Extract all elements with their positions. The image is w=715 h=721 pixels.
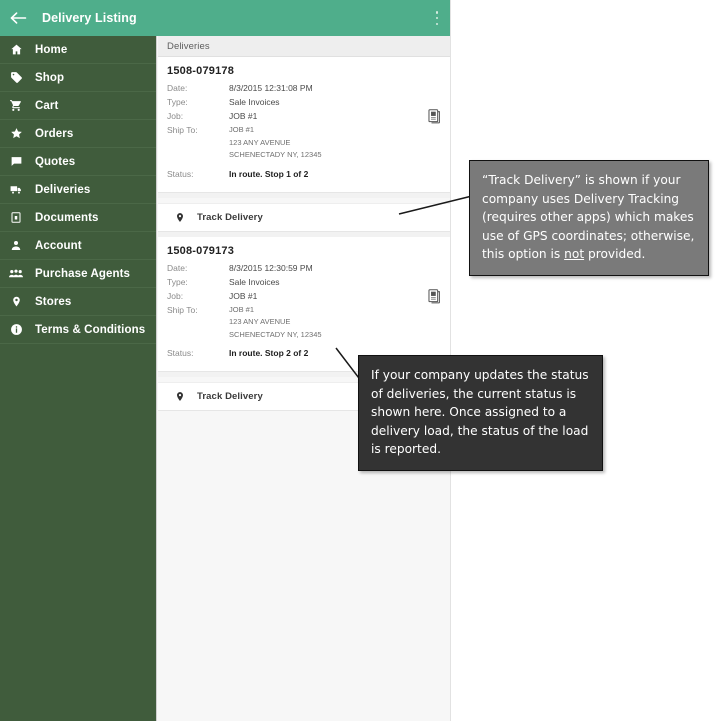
delivery-status-value: In route. Stop 2 of 2 (229, 348, 309, 358)
delivery-id: 1508-079178 (167, 65, 235, 77)
section-header-label: Deliveries (167, 40, 210, 52)
delivery-date-row: Date: 8/3/2015 12:30:59 PM (167, 262, 442, 275)
arrow-left-icon[interactable] (9, 9, 27, 27)
sidebar-item-label: Purchase Agents (35, 267, 131, 280)
delivery-job-value: JOB #1 (229, 290, 258, 301)
delivery-date-row: Date: 8/3/2015 12:31:08 PM (167, 82, 442, 95)
field-label-status: Status: (167, 168, 194, 179)
callout-track-emphasis: not (564, 247, 585, 261)
delivery-job-value: JOB #1 (229, 111, 258, 121)
sidebar-nav: Home Shop Cart Orders Quotes Deliveries … (0, 36, 157, 721)
person-icon (9, 239, 23, 253)
delivery-type-value: Sale Invoices (229, 97, 280, 107)
star-icon (9, 127, 23, 141)
chat-bubble-icon (9, 155, 23, 169)
sidebar-item-label: Documents (35, 211, 99, 224)
map-pin-icon (9, 295, 23, 309)
delivery-job-row: Job: JOB #1 (167, 290, 442, 303)
delivery-date-value: 8/3/2015 12:31:08 PM (229, 83, 313, 93)
field-label-date: Date: (167, 262, 188, 273)
app-topbar: Delivery Listing (0, 0, 450, 36)
delivery-date-value: 8/3/2015 12:30:59 PM (229, 262, 313, 273)
shopping-cart-icon (9, 99, 23, 113)
page-title: Delivery Listing (42, 11, 137, 25)
people-icon (9, 267, 23, 281)
sidebar-item-cart[interactable]: Cart (0, 92, 156, 120)
field-label-ship-to: Ship To: (167, 125, 198, 135)
screenshot-root: Delivery Listing Home Shop Cart Orders Q… (0, 0, 715, 721)
sidebar-item-label: Orders (35, 127, 74, 140)
track-delivery-button[interactable]: Track Delivery (158, 202, 450, 232)
delivery-type-value: Sale Invoices (229, 276, 280, 287)
document-icon[interactable] (428, 288, 441, 304)
callout-status: If your company updates the status of de… (358, 355, 603, 471)
sidebar-item-label: Cart (35, 99, 59, 112)
sidebar-item-shop[interactable]: Shop (0, 64, 156, 92)
shipto-street: 123 ANY AVENUE (229, 317, 291, 326)
field-label-type: Type: (167, 276, 188, 287)
shipto-name: JOB #1 (229, 125, 255, 134)
callout-track-text-part2: provided. (584, 247, 646, 261)
info-icon (9, 323, 23, 337)
sidebar-item-quotes[interactable]: Quotes (0, 148, 156, 176)
delivery-job-row: Job: JOB #1 (167, 110, 442, 123)
sidebar-item-label: Quotes (35, 155, 76, 168)
sidebar-item-label: Account (35, 239, 82, 252)
sidebar-item-label: Terms & Conditions (35, 323, 146, 336)
shipto-citystate: SCHENECTADY NY, 12345 (229, 150, 322, 159)
shipto-street: 123 ANY AVENUE (229, 137, 291, 147)
sidebar-item-terms-and-conditions[interactable]: Terms & Conditions (0, 316, 156, 344)
sidebar-item-documents[interactable]: Documents (0, 204, 156, 232)
field-label-ship-to: Ship To: (167, 304, 198, 315)
sidebar-item-label: Stores (35, 295, 72, 308)
shipto-citystate: SCHENECTADY NY, 12345 (229, 329, 322, 339)
delivery-card[interactable]: 1508-079178 Date: 8/3/2015 12:31:08 PM T… (158, 57, 450, 193)
overflow-menu-icon[interactable] (429, 9, 445, 27)
truck-icon (9, 183, 23, 197)
sidebar-item-deliveries[interactable]: Deliveries (0, 176, 156, 204)
callout-track-delivery: “Track Delivery” is shown if your compan… (469, 160, 709, 276)
field-label-job: Job: (167, 111, 184, 121)
field-label-status: Status: (167, 348, 194, 358)
field-label-type: Type: (167, 97, 188, 107)
delivery-shipto-value: JOB #1 123 ANY AVENUE SCHENECTADY NY, 12… (229, 124, 322, 162)
sidebar-item-home[interactable]: Home (0, 36, 156, 64)
track-delivery-label: Track Delivery (197, 211, 263, 223)
field-label-date: Date: (167, 83, 188, 93)
delivery-status-row: Status: In route. Stop 1 of 2 (167, 168, 442, 181)
tag-icon (9, 71, 23, 85)
delivery-status-value: In route. Stop 1 of 2 (229, 168, 309, 179)
sidebar-item-label: Deliveries (35, 183, 91, 196)
home-icon (9, 43, 23, 57)
sidebar-item-label: Shop (35, 71, 65, 84)
delivery-shipto-row: Ship To: JOB #1 123 ANY AVENUE SCHENECTA… (167, 304, 442, 342)
map-pin-icon (174, 211, 185, 224)
delivery-type-row: Type: Sale Invoices (167, 276, 442, 289)
sidebar-item-orders[interactable]: Orders (0, 120, 156, 148)
sidebar-item-stores[interactable]: Stores (0, 288, 156, 316)
delivery-card[interactable]: 1508-079173 Date: 8/3/2015 12:30:59 PM T… (158, 236, 450, 372)
track-delivery-label: Track Delivery (197, 391, 263, 402)
sidebar-item-account[interactable]: Account (0, 232, 156, 260)
card-separator (158, 192, 450, 198)
delivery-id: 1508-079173 (167, 244, 235, 257)
shipto-name: JOB #1 (229, 304, 255, 314)
section-header: Deliveries (158, 36, 450, 57)
document-icon (9, 211, 23, 225)
map-pin-icon (174, 390, 185, 403)
document-icon[interactable] (428, 109, 441, 124)
delivery-shipto-row: Ship To: JOB #1 123 ANY AVENUE SCHENECTA… (167, 124, 442, 162)
sidebar-item-purchase-agents[interactable]: Purchase Agents (0, 260, 156, 288)
callout-status-text: If your company updates the status of de… (371, 368, 589, 456)
field-label-job: Job: (167, 290, 184, 301)
delivery-type-row: Type: Sale Invoices (167, 96, 442, 109)
sidebar-item-label: Home (35, 43, 68, 56)
delivery-shipto-value: JOB #1 123 ANY AVENUE SCHENECTADY NY, 12… (229, 304, 322, 342)
